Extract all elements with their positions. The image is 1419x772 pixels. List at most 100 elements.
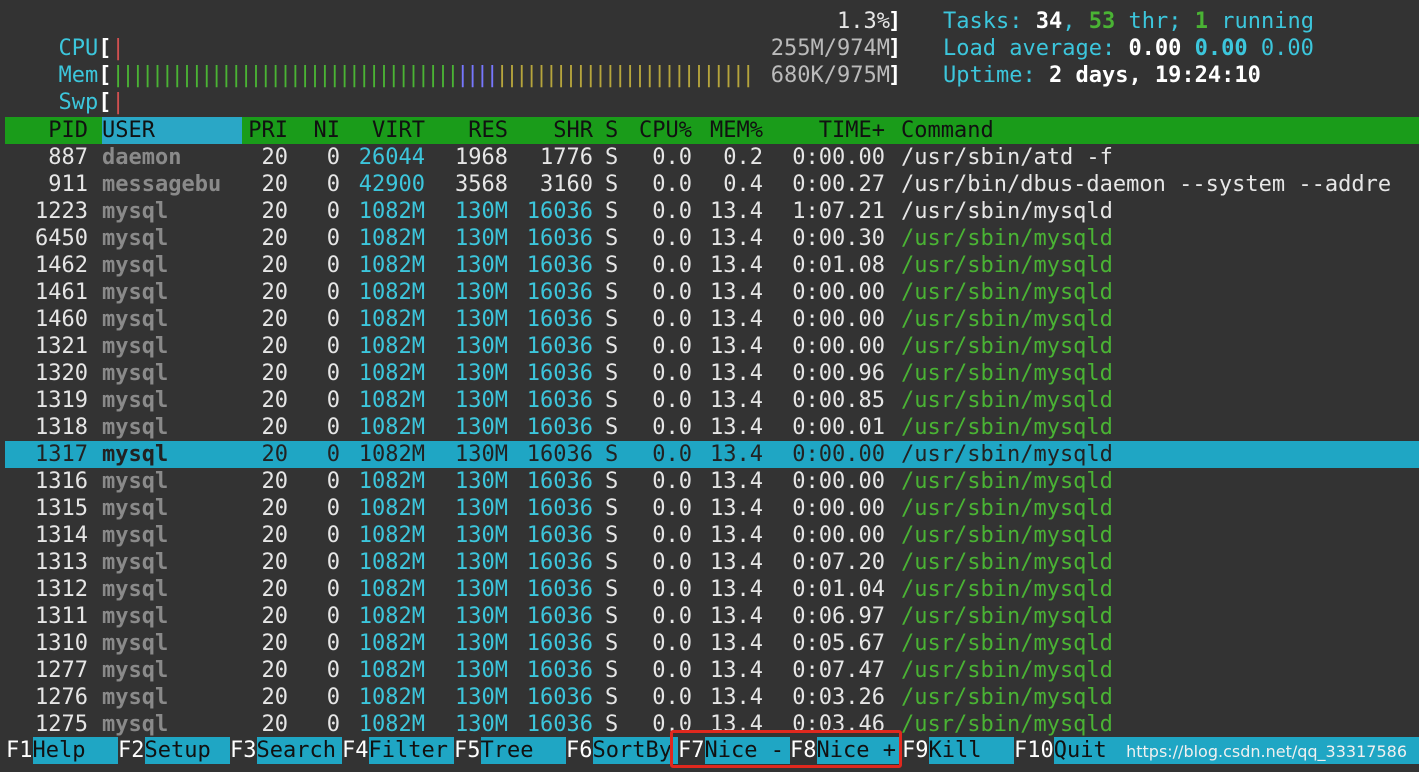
col-virt[interactable]: VIRT (345, 117, 425, 144)
col-shr[interactable]: SHR (510, 117, 593, 144)
col-time[interactable]: TIME+ (765, 117, 885, 144)
cell-cpu-percent: 0.0 (652, 469, 692, 494)
cell-mem-percent: 13.4 (710, 199, 763, 224)
cell-cpu-percent: 0.0 (652, 199, 692, 224)
cell-pid: 6450 (35, 226, 88, 251)
cell-user: mysql (102, 307, 169, 332)
cell-nice: 0 (326, 631, 340, 656)
cell-command: /usr/sbin/mysqld (901, 253, 1113, 278)
table-row[interactable]: 1277 mysql 20 0 1082M 130M 16036 S 0.0 13.4 0:07.4… (5, 657, 1419, 684)
cell-virt: 1082M (358, 496, 425, 521)
table-row[interactable]: 887 daemon 20 0 26044 1968 1776 S 0.0 0.2 0:00.00 /… (5, 144, 1419, 171)
col-cpu[interactable]: CPU% (625, 117, 692, 144)
cell-state: S (605, 199, 619, 224)
cell-state: S (605, 469, 619, 494)
fkey-label-kill[interactable]: Kill (928, 737, 1014, 764)
table-row[interactable]: 1317 mysql 20 0 1082M 130M 16036 S 0.0 13.4 0:00.0… (5, 441, 1419, 468)
table-row[interactable]: 911 messagebu 20 0 42900 3568 3160 S 0.0 0.4 0:00.… (5, 171, 1419, 198)
cell-time: 0:00.00 (792, 523, 885, 548)
table-row[interactable]: 1223 mysql 20 0 1082M 130M 16036 S 0.0 13.4 1:07.2… (5, 198, 1419, 225)
cell-pid: 1312 (35, 577, 88, 602)
col-mem[interactable]: MEM% (695, 117, 763, 144)
fkey-f2[interactable]: F2 (118, 737, 145, 764)
cell-command: /usr/sbin/mysqld (901, 523, 1113, 548)
table-row[interactable]: 1276 mysql 20 0 1082M 130M 16036 S 0.0 13.4 0:03.2… (5, 684, 1419, 711)
table-row[interactable]: 1311 mysql 20 0 1082M 130M 16036 S 0.0 13.4 0:06.9… (5, 603, 1419, 630)
cell-pid: 1461 (35, 280, 88, 305)
cell-time: 1:07.21 (792, 199, 885, 224)
col-command[interactable]: Command (901, 117, 994, 144)
table-row[interactable]: 1460 mysql 20 0 1082M 130M 16036 S 0.0 13.4 0:00.0… (5, 306, 1419, 333)
fkey-f9[interactable]: F9 (902, 737, 929, 764)
fkey-f4[interactable]: F4 (342, 737, 369, 764)
col-res[interactable]: RES (425, 117, 508, 144)
cell-pid: 1319 (35, 388, 88, 413)
cell-command: /usr/sbin/mysqld (901, 361, 1113, 386)
fkey-label-search[interactable]: Search (256, 737, 342, 764)
fkey-label-help[interactable]: Help (32, 737, 118, 764)
fkey-f6[interactable]: F6 (566, 737, 593, 764)
table-row[interactable]: 1312 mysql 20 0 1082M 130M 16036 S 0.0 13.4 0:01.0… (5, 576, 1419, 603)
table-row[interactable]: 1318 mysql 20 0 1082M 130M 16036 S 0.0 13.4 0:00.0… (5, 414, 1419, 441)
table-row[interactable]: 1461 mysql 20 0 1082M 130M 16036 S 0.0 13.4 0:00.0… (5, 279, 1419, 306)
cell-res: 130M (455, 415, 508, 440)
cell-state: S (605, 631, 619, 656)
col-state[interactable]: S (605, 117, 618, 144)
col-user[interactable]: USER (102, 117, 242, 144)
fkey-f5[interactable]: F5 (454, 737, 481, 764)
fkey-f3[interactable]: F3 (230, 737, 257, 764)
cell-nice: 0 (326, 577, 340, 602)
table-row[interactable]: 1319 mysql 20 0 1082M 130M 16036 S 0.0 13.4 0:00.8… (5, 387, 1419, 414)
cell-priority: 20 (261, 280, 289, 305)
fkey-label-filter[interactable]: Filter (368, 737, 454, 764)
cell-res: 130M (455, 685, 508, 710)
cpu-percent: 1.3% (837, 9, 890, 34)
col-pri[interactable]: PRI (242, 117, 288, 144)
cell-user: daemon (102, 145, 182, 170)
cell-nice: 0 (326, 280, 340, 305)
fkey-f1[interactable]: F1 (6, 737, 33, 764)
fkey-label-tree[interactable]: Tree (480, 737, 566, 764)
table-row[interactable]: 1313 mysql 20 0 1082M 130M 16036 S 0.0 13.4 0:07.2… (5, 549, 1419, 576)
fkey-label-sortby[interactable]: SortBy (592, 737, 678, 764)
cell-nice: 0 (326, 523, 340, 548)
cell-pid: 1320 (35, 361, 88, 386)
cell-virt: 1082M (358, 199, 425, 224)
table-row[interactable]: 6450 mysql 20 0 1082M 130M 16036 S 0.0 13.4 0:00.3… (5, 225, 1419, 252)
cell-shr: 16036 (526, 685, 593, 710)
swp-meter-label: Swp (58, 90, 99, 115)
table-row[interactable]: 1462 mysql 20 0 1082M 130M 16036 S 0.0 13.4 0:01.0… (5, 252, 1419, 279)
cell-user: mysql (102, 415, 169, 440)
cell-user: mysql (102, 253, 169, 278)
cell-mem-percent: 13.4 (710, 334, 763, 359)
cell-pid: 1277 (35, 658, 88, 683)
table-row[interactable]: 1316 mysql 20 0 1082M 130M 16036 S 0.0 13.4 0:00.0… (5, 468, 1419, 495)
col-pid[interactable]: PID (5, 117, 88, 144)
cell-priority: 20 (261, 253, 289, 278)
table-row[interactable]: 1314 mysql 20 0 1082M 130M 16036 S 0.0 13.4 0:00.0… (5, 522, 1419, 549)
cell-cpu-percent: 0.0 (652, 658, 692, 683)
cell-shr: 16036 (526, 415, 593, 440)
fkey-f10[interactable]: F10 (1014, 737, 1054, 764)
fkey-label-setup[interactable]: Setup (144, 737, 230, 764)
cell-user: mysql (102, 631, 169, 656)
cell-nice: 0 (326, 226, 340, 251)
cell-cpu-percent: 0.0 (652, 442, 692, 467)
col-ni[interactable]: NI (295, 117, 341, 144)
cell-priority: 20 (261, 631, 289, 656)
table-row[interactable]: 1315 mysql 20 0 1082M 130M 16036 S 0.0 13.4 0:00.0… (5, 495, 1419, 522)
table-row[interactable]: 1321 mysql 20 0 1082M 130M 16036 S 0.0 13.4 0:00.0… (5, 333, 1419, 360)
cell-time: 0:00.00 (792, 307, 885, 332)
cell-priority: 20 (261, 172, 289, 197)
cell-user: mysql (102, 496, 169, 521)
cell-time: 0:01.04 (792, 577, 885, 602)
column-header[interactable]: PID USER PRI NI VIRT RES SHR S CPU% MEM%… (5, 117, 1419, 144)
cell-res: 130M (455, 712, 508, 737)
cell-user: mysql (102, 712, 169, 737)
cell-command: /usr/sbin/mysqld (901, 712, 1113, 737)
table-row[interactable]: 1320 mysql 20 0 1082M 130M 16036 S 0.0 13.4 0:00.9… (5, 360, 1419, 387)
threads-count: 53 (1088, 9, 1116, 34)
cell-time: 0:00.00 (792, 145, 885, 170)
uptime: Uptime: 2 days, 19:24:10 (943, 63, 1261, 88)
table-row[interactable]: 1310 mysql 20 0 1082M 130M 16036 S 0.0 13.4 0:05.6… (5, 630, 1419, 657)
